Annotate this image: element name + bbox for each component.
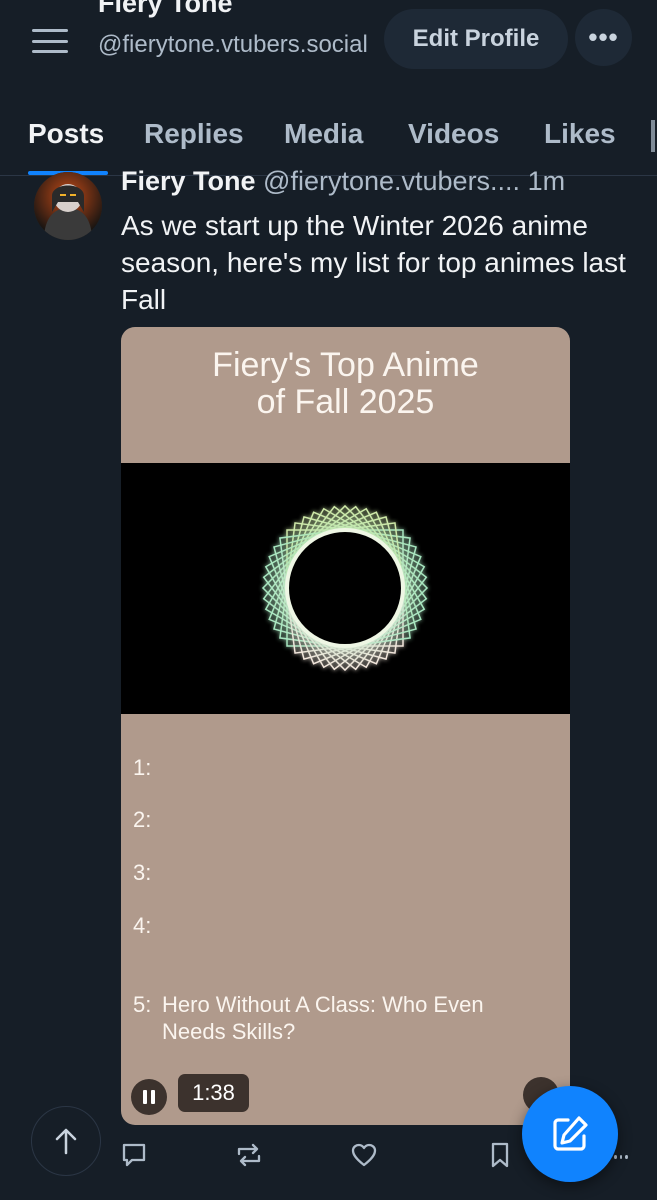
- post-author-name[interactable]: Fiery Tone: [121, 166, 256, 196]
- video-time-remaining: 1:38: [178, 1074, 249, 1112]
- pause-icon[interactable]: [131, 1079, 167, 1115]
- edit-profile-button[interactable]: Edit Profile: [384, 9, 568, 69]
- heart-icon[interactable]: [349, 1140, 381, 1172]
- repost-icon[interactable]: [233, 1140, 265, 1172]
- speech-bubble-icon[interactable]: [119, 1140, 151, 1172]
- tab-media[interactable]: Media: [284, 118, 363, 150]
- rank-4: 4:: [133, 913, 162, 939]
- video-title: Fiery's Top Anime of Fall 2025: [121, 347, 570, 421]
- video-player[interactable]: Fiery's Top Anime of Fall 2025 1: 2: 3: …: [121, 327, 570, 1125]
- rank-2: 2:: [133, 807, 162, 833]
- rank-1: 1:: [133, 755, 162, 781]
- ring-circle: [285, 528, 405, 648]
- rank-number: 4:: [133, 913, 152, 938]
- ring-squares: [261, 504, 429, 672]
- video-animation-frame: [121, 463, 570, 714]
- more-options-button[interactable]: •••: [575, 9, 632, 66]
- bookmark-icon[interactable]: [485, 1140, 517, 1172]
- video-title-line-1: Fiery's Top Anime: [212, 346, 479, 384]
- rank-3: 3:: [133, 860, 162, 886]
- rank-number: 1:: [133, 755, 152, 780]
- pencil-square-icon: [553, 1116, 588, 1151]
- tab-replies[interactable]: Replies: [144, 118, 244, 150]
- video-title-line-2: of Fall 2025: [256, 383, 435, 421]
- post-timestamp[interactable]: 1m: [528, 166, 566, 196]
- tab-posts[interactable]: Posts: [28, 118, 104, 150]
- post-menu-icon[interactable]: [614, 1155, 629, 1161]
- compose-post-button[interactable]: [522, 1086, 618, 1182]
- rank-number: 2:: [133, 807, 152, 832]
- profile-handle: @fierytone.vtubers.social: [98, 31, 368, 58]
- rank-number: 5:: [133, 992, 152, 1017]
- post-text: As we start up the Winter 2026 anime sea…: [121, 210, 626, 315]
- rank-number: 3:: [133, 860, 152, 885]
- profile-name: Fiery Tone: [98, 0, 233, 18]
- tab-overflow-edge: [651, 120, 655, 152]
- hamburger-menu-icon[interactable]: [30, 26, 70, 56]
- post-author-handle[interactable]: @fierytone.vtubers....: [263, 166, 520, 196]
- glowing-ring-graphic: [261, 504, 429, 672]
- tab-likes[interactable]: Likes: [544, 118, 616, 150]
- video-controls: 1:38: [121, 1027, 570, 1125]
- post-author-line: Fiery Tone @fierytone.vtubers.... 1m: [121, 166, 641, 197]
- avatar[interactable]: [34, 172, 102, 240]
- tab-videos[interactable]: Videos: [408, 118, 499, 150]
